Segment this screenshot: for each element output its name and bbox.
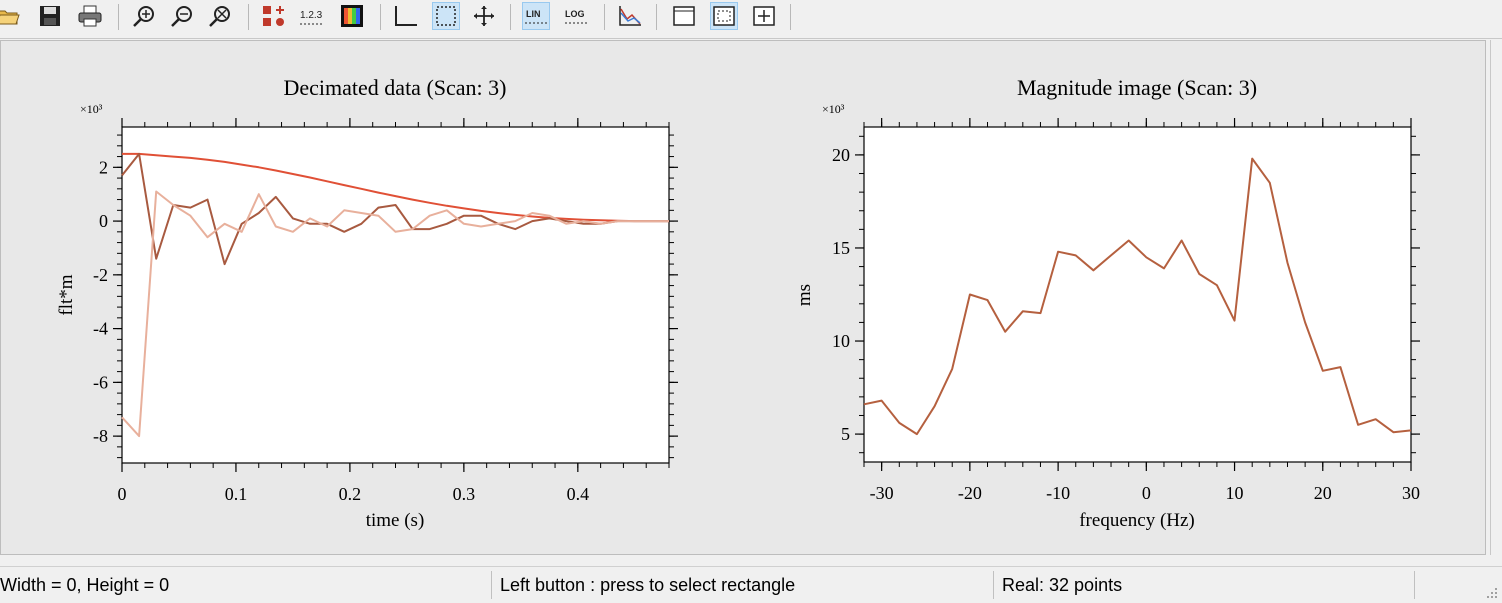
y-multiplier: ×10³ xyxy=(80,102,103,116)
status-divider xyxy=(1414,571,1415,599)
x-tick-label: 0.1 xyxy=(225,484,248,504)
chart-title: Decimated data (Scan: 3) xyxy=(284,75,507,100)
y-tick-label: -8 xyxy=(93,426,108,446)
y-tick-label: 2 xyxy=(99,157,108,177)
status-divider xyxy=(993,571,994,599)
y-multiplier: ×10³ xyxy=(822,102,845,116)
chart-title: Magnitude image (Scan: 3) xyxy=(1017,75,1257,100)
x-tick-label: 0 xyxy=(1142,483,1151,503)
x-tick-label: 10 xyxy=(1226,483,1244,503)
y-axis-label: ms xyxy=(794,284,815,306)
x-tick-label: 20 xyxy=(1314,483,1332,503)
y-tick-label: 15 xyxy=(832,238,850,258)
plot-frame xyxy=(863,126,1412,463)
x-tick-label: 0.2 xyxy=(339,484,362,504)
status-points: Real: 32 points xyxy=(1002,575,1123,595)
plot-frame xyxy=(121,126,670,464)
status-size: Width = 0, Height = 0 xyxy=(0,575,170,595)
y-tick-label: 10 xyxy=(832,331,850,351)
x-tick-label: 0.3 xyxy=(453,484,476,504)
decimated-data-chart[interactable]: Decimated data (Scan: 3) time (s) flt*m … xyxy=(56,75,678,531)
y-tick-label: -6 xyxy=(93,372,108,392)
resize-grip-icon[interactable] xyxy=(1484,585,1498,599)
x-tick-label: -30 xyxy=(870,483,894,503)
status-hint: Left button : press to select rectangle xyxy=(500,575,796,595)
plots-canvas: Decimated data (Scan: 3) time (s) flt*m … xyxy=(56,75,1420,531)
magnitude-image-chart[interactable]: Magnitude image (Scan: 3) frequency (Hz)… xyxy=(794,75,1420,531)
status-bar: Width = 0, Height = 0 Left button : pres… xyxy=(0,566,1502,603)
x-tick-label: 0 xyxy=(118,484,127,504)
x-tick-label: 0.4 xyxy=(567,484,590,504)
x-tick-label: 30 xyxy=(1402,483,1420,503)
y-tick-label: 0 xyxy=(99,211,108,231)
x-axis-label: time (s) xyxy=(366,510,425,531)
y-tick-label: 20 xyxy=(832,145,850,165)
y-tick-label: 5 xyxy=(841,424,850,444)
status-extra xyxy=(1420,570,1480,600)
y-axis-label: flt*m xyxy=(56,274,77,315)
x-tick-label: -20 xyxy=(958,483,982,503)
x-axis-label: frequency (Hz) xyxy=(1079,510,1195,531)
status-divider xyxy=(491,571,492,599)
y-tick-label: -4 xyxy=(93,319,108,339)
window-edge xyxy=(1490,40,1502,555)
y-tick-label: -2 xyxy=(93,265,108,285)
x-tick-label: -10 xyxy=(1046,483,1070,503)
